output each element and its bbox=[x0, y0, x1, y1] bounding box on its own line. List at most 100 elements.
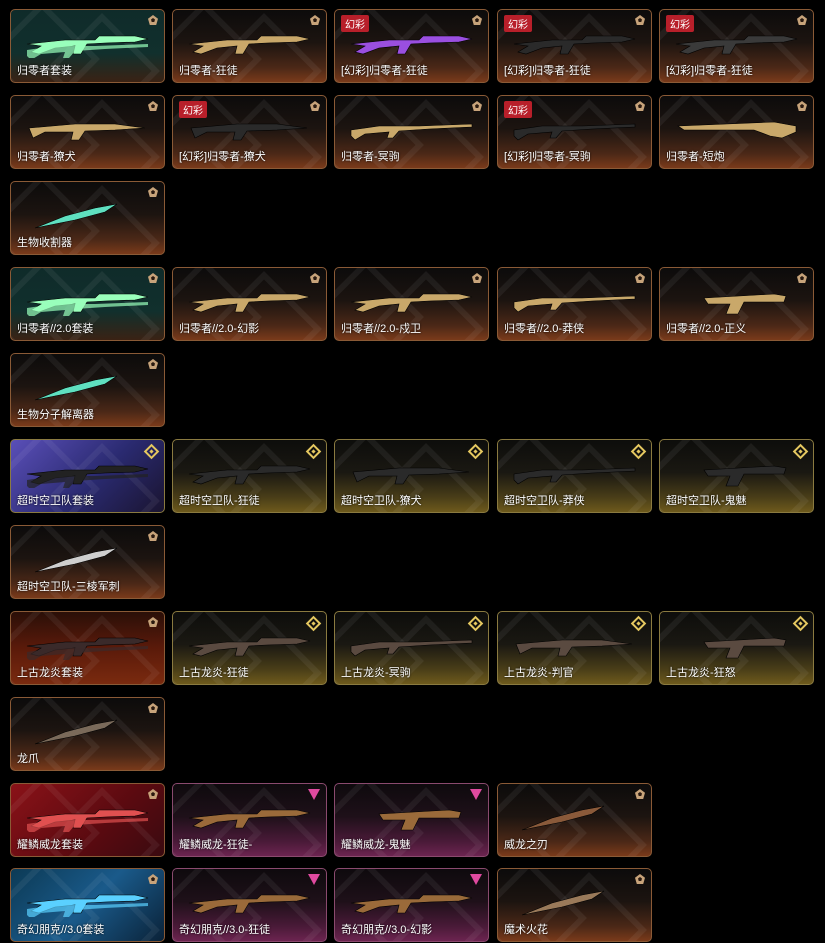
weapon-image bbox=[512, 632, 637, 660]
tier-pent-icon bbox=[797, 101, 807, 111]
skin-name-label: [幻彩]归零者-狂徒 bbox=[666, 65, 753, 77]
skin-card[interactable]: 上古龙炎套装 bbox=[10, 611, 165, 685]
weapon-image bbox=[187, 288, 312, 316]
tier-pent-icon bbox=[148, 15, 158, 25]
chroma-badge: 幻彩 bbox=[504, 15, 532, 32]
skin-card[interactable]: 上古龙炎-狂徒 bbox=[172, 611, 327, 685]
tier-diamond-icon bbox=[143, 443, 160, 460]
tier-diamond-icon bbox=[630, 615, 647, 632]
skin-card[interactable]: 生物收割器 bbox=[10, 181, 165, 255]
skin-card[interactable]: 上古龙炎-判官 bbox=[497, 611, 652, 685]
weapon-image bbox=[512, 889, 637, 917]
skin-name-label: 归零者-獠犬 bbox=[17, 151, 76, 163]
tier-pent-icon bbox=[310, 101, 320, 111]
weapon-image bbox=[187, 889, 312, 917]
skin-name-label: 归零者//2.0-正义 bbox=[666, 323, 747, 335]
skin-name-label: [幻彩]归零者-冥驹 bbox=[504, 151, 591, 163]
weapon-image bbox=[25, 288, 150, 318]
skin-name-label: 上古龙炎-判官 bbox=[504, 667, 574, 679]
skin-name-label: 生物分子解离器 bbox=[17, 409, 94, 421]
tier-pent-icon bbox=[148, 789, 158, 799]
skin-name-label: 归零者//2.0-戍卫 bbox=[341, 323, 422, 335]
weapon-image bbox=[674, 460, 799, 488]
skin-card[interactable]: 超时空卫队-莽侠 bbox=[497, 439, 652, 513]
tier-pent-icon bbox=[797, 273, 807, 283]
skin-name-label: 上古龙炎-狂怒 bbox=[666, 667, 736, 679]
skin-card[interactable]: 上古龙炎-冥驹 bbox=[334, 611, 489, 685]
skin-card[interactable]: 归零者-短炮 bbox=[659, 95, 814, 169]
tier-diamond-icon bbox=[630, 443, 647, 460]
skin-card[interactable]: 耀鳞威龙-鬼魅 bbox=[334, 783, 489, 857]
skin-name-label: 龙爪 bbox=[17, 753, 39, 765]
weapon-image bbox=[25, 718, 150, 746]
skin-card[interactable]: 幻彩 [幻彩]归零者-狂徒 bbox=[334, 9, 489, 83]
skin-card[interactable]: 上古龙炎-狂怒 bbox=[659, 611, 814, 685]
skin-name-label: 超时空卫队-狂徒 bbox=[179, 495, 260, 507]
skin-card[interactable]: 幻彩 [幻彩]归零者-狂徒 bbox=[497, 9, 652, 83]
tier-pent-icon bbox=[148, 703, 158, 713]
tier-tri-icon bbox=[308, 789, 320, 800]
weapon-image bbox=[349, 288, 474, 316]
weapon-image bbox=[187, 460, 312, 488]
skin-card[interactable]: 归零者//2.0-莽侠 bbox=[497, 267, 652, 341]
tier-diamond-icon bbox=[467, 615, 484, 632]
skin-name-label: 归零者-狂徒 bbox=[179, 65, 238, 77]
weapon-image bbox=[674, 116, 799, 144]
skin-card[interactable]: 归零者//2.0-幻影 bbox=[172, 267, 327, 341]
skin-card[interactable]: 耀鳞威龙-狂徒- bbox=[172, 783, 327, 857]
chroma-badge: 幻彩 bbox=[341, 15, 369, 32]
skin-card[interactable]: 归零者-冥驹 bbox=[334, 95, 489, 169]
skin-card[interactable]: 归零者//2.0套装 bbox=[10, 267, 165, 341]
skin-name-label: 超时空卫队-鬼魅 bbox=[666, 495, 747, 507]
skin-card[interactable]: 超时空卫队-鬼魅 bbox=[659, 439, 814, 513]
tier-diamond-icon bbox=[467, 443, 484, 460]
tier-tri-icon bbox=[470, 789, 482, 800]
weapon-image bbox=[349, 889, 474, 917]
weapon-image bbox=[25, 460, 150, 490]
skin-card[interactable]: 归零者//2.0-戍卫 bbox=[334, 267, 489, 341]
tier-pent-icon bbox=[635, 101, 645, 111]
skin-card[interactable]: 超时空卫队-狂徒 bbox=[172, 439, 327, 513]
skin-card[interactable]: 耀鳞威龙套装 bbox=[10, 783, 165, 857]
skin-card[interactable]: 归零者套装 bbox=[10, 9, 165, 83]
skin-name-label: 奇幻朋克//3.0-幻影 bbox=[341, 924, 433, 936]
skin-name-label: 归零者//2.0-幻影 bbox=[179, 323, 260, 335]
skin-name-label: 归零者//2.0套装 bbox=[17, 323, 94, 335]
skin-card[interactable]: 归零者//2.0-正义 bbox=[659, 267, 814, 341]
skin-card[interactable]: 威龙之刃 bbox=[497, 783, 652, 857]
weapon-image bbox=[25, 889, 150, 919]
skin-name-label: 上古龙炎套装 bbox=[17, 667, 83, 679]
skin-name-label: 超时空卫队-三棱军刺 bbox=[17, 581, 120, 593]
skin-card[interactable]: 幻彩 [幻彩]归零者-獠犬 bbox=[172, 95, 327, 169]
skin-card[interactable]: 奇幻朋克//3.0套装 bbox=[10, 868, 165, 942]
skin-name-label: 超时空卫队-莽侠 bbox=[504, 495, 585, 507]
skin-name-label: 上古龙炎-狂徒 bbox=[179, 667, 249, 679]
tier-tri-icon bbox=[308, 874, 320, 885]
tier-pent-icon bbox=[635, 874, 645, 884]
skin-card[interactable]: 归零者-獠犬 bbox=[10, 95, 165, 169]
skin-card[interactable]: 奇幻朋克//3.0-狂徒 bbox=[172, 868, 327, 942]
skin-card[interactable]: 超时空卫队-三棱军刺 bbox=[10, 525, 165, 599]
weapon-image bbox=[512, 30, 637, 58]
weapon-image bbox=[349, 30, 474, 58]
skin-card[interactable]: 超时空卫队-獠犬 bbox=[334, 439, 489, 513]
weapon-image bbox=[674, 632, 799, 660]
tier-pent-icon bbox=[148, 187, 158, 197]
tier-pent-icon bbox=[635, 273, 645, 283]
skin-card[interactable]: 奇幻朋克//3.0-幻影 bbox=[334, 868, 489, 942]
tier-pent-icon bbox=[797, 15, 807, 25]
weapon-image bbox=[25, 30, 150, 60]
weapon-image bbox=[349, 804, 474, 832]
tier-pent-icon bbox=[472, 15, 482, 25]
weapon-image bbox=[674, 30, 799, 58]
skin-card[interactable]: 超时空卫队套装 bbox=[10, 439, 165, 513]
skin-card[interactable]: 龙爪 bbox=[10, 697, 165, 771]
skin-card[interactable]: 归零者-狂徒 bbox=[172, 9, 327, 83]
skin-card[interactable]: 幻彩 [幻彩]归零者-冥驹 bbox=[497, 95, 652, 169]
skin-card[interactable]: 幻彩 [幻彩]归零者-狂徒 bbox=[659, 9, 814, 83]
weapon-image bbox=[187, 632, 312, 660]
chroma-badge: 幻彩 bbox=[504, 101, 532, 118]
tier-pent-icon bbox=[310, 15, 320, 25]
skin-card[interactable]: 魔术火花 bbox=[497, 868, 652, 942]
skin-card[interactable]: 生物分子解离器 bbox=[10, 353, 165, 427]
